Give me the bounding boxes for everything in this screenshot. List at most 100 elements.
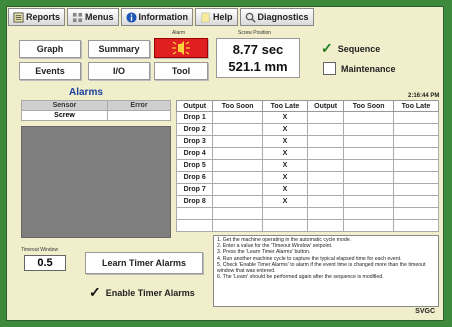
- reports-menu[interactable]: Reports: [8, 8, 66, 26]
- help-menu[interactable]: Help: [195, 8, 238, 26]
- table-cell: [212, 183, 263, 196]
- table-row[interactable]: Drop 8 X: [175, 195, 440, 208]
- tool-button[interactable]: Tool: [154, 62, 208, 80]
- table-cell: [392, 147, 440, 160]
- table-cell: [212, 123, 263, 136]
- table-cell: X: [262, 123, 308, 136]
- alarm-bell-icon: [172, 41, 190, 55]
- summary-button[interactable]: Summary: [88, 40, 150, 58]
- maintenance-label: Maintenance: [341, 63, 396, 74]
- table-row[interactable]: Drop 3 X: [175, 135, 440, 148]
- table-cell: X: [262, 147, 308, 160]
- maintenance-checkbox[interactable]: Maintenance: [323, 62, 396, 75]
- info-icon: [125, 11, 137, 23]
- events-button[interactable]: Events: [19, 62, 81, 80]
- sequence-checkbox[interactable]: ✓ Sequence: [321, 40, 380, 57]
- sequence-label: Sequence: [337, 43, 381, 54]
- table-cell: [212, 111, 263, 124]
- timeout-window-input[interactable]: 0.5: [24, 255, 66, 271]
- table-cell: [343, 159, 394, 172]
- table-cell: Drop 8: [175, 195, 214, 208]
- table-cell: [343, 111, 394, 124]
- table-cell: Drop 7: [175, 183, 214, 196]
- io-button[interactable]: I/O: [88, 62, 150, 80]
- table-cell: [343, 219, 394, 232]
- table-cell: [392, 123, 440, 136]
- table-row[interactable]: [175, 207, 440, 220]
- table-cell: Drop 2: [175, 123, 214, 136]
- table-cell: [212, 135, 263, 148]
- alarms-title: Alarms: [69, 87, 103, 98]
- table-row[interactable]: Drop 1 X: [175, 111, 440, 124]
- table-cell: [306, 171, 345, 184]
- table-cell: X: [262, 159, 308, 172]
- alarm-button[interactable]: [154, 38, 208, 58]
- table-cell: Drop 4: [175, 147, 214, 160]
- table-cell: [343, 123, 394, 136]
- menus-menu[interactable]: Menus: [67, 8, 119, 26]
- table-cell: [343, 207, 394, 220]
- table-row[interactable]: Drop 2 X: [175, 123, 440, 136]
- table-cell: [306, 159, 345, 172]
- table-cell: Drop 1: [175, 111, 214, 124]
- table-cell: [262, 219, 308, 232]
- col-output-2: Output: [306, 100, 345, 112]
- learn-timer-alarms-button[interactable]: Learn Timer Alarms: [85, 252, 203, 274]
- timeout-window-label: Timeout Window: [21, 247, 59, 253]
- col-too-soon-1: Too Soon: [212, 100, 263, 112]
- alarms-empty-area: [21, 126, 171, 238]
- table-cell: [306, 195, 345, 208]
- col-too-late-1: Too Late: [262, 100, 308, 112]
- table-cell: [306, 207, 345, 220]
- instructions-box: 1. Get the machine operating in the auto…: [213, 235, 439, 307]
- graph-button[interactable]: Graph: [19, 40, 81, 58]
- menus-label: Menus: [85, 12, 114, 22]
- alarms-row[interactable]: Screw: [21, 110, 172, 121]
- table-cell: [392, 171, 440, 184]
- table-cell: [306, 123, 345, 136]
- table-row[interactable]: Drop 5 X: [175, 159, 440, 172]
- screw-position-label: Screw Position: [238, 30, 272, 36]
- table-cell: [343, 195, 394, 208]
- clock: 2:16:44 PM: [408, 93, 440, 99]
- table-cell: X: [262, 111, 308, 124]
- alarms-col-error: Error: [106, 100, 172, 111]
- table-cell: [306, 147, 345, 160]
- table-cell: [392, 219, 440, 232]
- table-cell: Drop 6: [175, 171, 214, 184]
- diagnostics-label: Diagnostics: [257, 12, 309, 22]
- table-cell: [392, 135, 440, 148]
- table-row[interactable]: Drop 6 X: [175, 171, 440, 184]
- screw-time-value: 8.77 sec: [232, 42, 284, 57]
- reports-label: Reports: [26, 12, 61, 22]
- instruction-line: 6. The 'Learn' should be performed again…: [217, 274, 384, 281]
- col-too-soon-2: Too Soon: [343, 100, 394, 112]
- enable-timer-alarms-checkbox[interactable]: ✓ Enable Timer Alarms: [89, 284, 195, 301]
- col-too-late-2: Too Late: [392, 100, 440, 112]
- table-cell: Drop 3: [175, 135, 214, 148]
- alarms-cell: [106, 110, 172, 121]
- table-cell: [212, 219, 263, 232]
- instruction-line: 5. Check 'Enable Timer Alarms' to alarm …: [217, 261, 426, 275]
- drop-output-table: Output Too Soon Too Late Output Too Soon…: [175, 100, 440, 232]
- check-icon: ✓: [89, 284, 101, 300]
- alarms-table: Sensor Error Screw: [21, 100, 172, 121]
- information-menu[interactable]: Information: [120, 8, 194, 26]
- maintenance-box: [323, 62, 336, 75]
- table-row[interactable]: [175, 219, 440, 232]
- diagnostics-icon: [245, 12, 256, 23]
- table-cell: [212, 195, 263, 208]
- screw-distance-value: 521.1 mm: [228, 59, 288, 74]
- table-row[interactable]: Drop 7 X: [175, 183, 440, 196]
- drop-table-header-row: Output Too Soon Too Late Output Too Soon…: [175, 100, 440, 112]
- screw-position-display: 8.77 sec 521.1 mm: [216, 38, 300, 78]
- check-icon: ✓: [321, 40, 333, 56]
- table-row[interactable]: Drop 4 X: [175, 147, 440, 160]
- enable-timer-alarms-label: Enable Timer Alarms: [105, 287, 195, 298]
- table-cell: [212, 147, 263, 160]
- table-cell: Drop 5: [175, 159, 214, 172]
- diagnostics-menu[interactable]: Diagnostics: [239, 8, 314, 26]
- main-screen: Reports Menus Information Help Diagnosti…: [6, 6, 444, 321]
- help-icon: [201, 12, 210, 22]
- table-cell: [175, 207, 214, 220]
